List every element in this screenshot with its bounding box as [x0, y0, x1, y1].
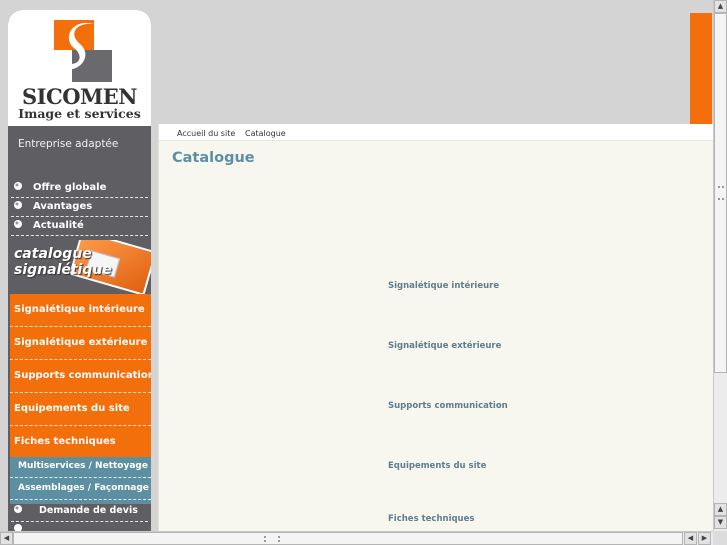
nav-label: Multiservices / Nettoyage: [18, 461, 148, 471]
breadcrumb-catalogue-link[interactable]: Catalogue: [245, 129, 286, 138]
bullet-icon: [14, 201, 22, 209]
orange-decor-tab: [690, 13, 712, 125]
breadcrumb: Accueil du site Catalogue: [159, 124, 714, 141]
scroll-left-icon[interactable]: ◀: [684, 532, 697, 545]
nav-label: Equipements du site: [14, 403, 130, 414]
entreprise-adaptee: Entreprise adaptée: [18, 138, 119, 150]
nav-demande-de-devis[interactable]: Demande de devis: [11, 500, 148, 522]
main-content: Accueil du site Catalogue Catalogue Sign…: [158, 124, 714, 531]
category-link-equipements-du-site[interactable]: Equipements du site: [388, 461, 486, 471]
page-title: Catalogue: [172, 150, 255, 166]
bullet-icon: [14, 505, 22, 513]
nav-label: Demande de devis: [39, 505, 138, 516]
logo-s-mark-icon: [54, 20, 112, 82]
nav-label: Supports communication: [14, 370, 151, 381]
bullet-icon: [14, 182, 22, 190]
brand-tagline: Image et services: [18, 106, 141, 121]
bullet-icon: [14, 220, 22, 228]
scrollbar-corner: [713, 531, 727, 545]
services-menu: Multiservices / Nettoyage Assemblages / …: [10, 457, 151, 504]
nav-label: Signalétique extérieure: [14, 337, 148, 348]
catalogue-menu: Signalétique intérieure Signalétique ext…: [10, 294, 151, 460]
category-link-fiches-techniques[interactable]: Fiches techniques: [388, 514, 474, 524]
nav-signaletique-interieure[interactable]: Signalétique intérieure: [10, 294, 151, 327]
bullet-icon: [14, 524, 22, 531]
scroll-up-icon[interactable]: ▲: [714, 0, 727, 13]
scroll-left-icon[interactable]: ◀: [0, 532, 13, 545]
nav-supports-communication[interactable]: Supports communication: [10, 360, 151, 393]
scroll-down-icon[interactable]: ▼: [714, 516, 727, 529]
grip-icon: [264, 536, 280, 542]
category-link-signaletique-exterieure[interactable]: Signalétique extérieure: [388, 341, 501, 351]
horizontal-scrollbar[interactable]: ◀ ◀ ▶: [0, 531, 713, 545]
sidebar: SICOMEN Image et services Entreprise ada…: [8, 10, 151, 531]
catalogue-banner[interactable]: catalogue signalétique: [8, 240, 151, 294]
grip-icon: [718, 186, 724, 200]
nav-multiservices[interactable]: Multiservices / Nettoyage: [10, 457, 151, 478]
nav-fiches-techniques[interactable]: Fiches techniques: [10, 426, 151, 459]
nav-assemblages[interactable]: Assemblages / Façonnage /: [10, 479, 151, 500]
nav-label: Avantages: [33, 201, 93, 212]
nav-avantages[interactable]: Avantages: [11, 198, 148, 217]
category-link-signaletique-interieure[interactable]: Signalétique intérieure: [388, 281, 499, 291]
nav-next-item-partial: [11, 523, 148, 531]
nav-actualite[interactable]: Actualité: [11, 217, 148, 236]
scroll-right-icon[interactable]: ▶: [698, 532, 711, 545]
nav-equipements-du-site[interactable]: Equipements du site: [10, 393, 151, 426]
vertical-scroll-thumb[interactable]: [714, 13, 727, 373]
nav-label: Assemblages / Façonnage /: [18, 483, 151, 493]
nav-label: Offre globale: [33, 182, 107, 193]
category-link-supports-communication[interactable]: Supports communication: [388, 401, 508, 411]
vertical-scrollbar[interactable]: ▲ ▲ ▼: [713, 0, 727, 531]
horizontal-scroll-thumb[interactable]: [13, 532, 683, 545]
nav-offre-globale[interactable]: Offre globale: [11, 179, 148, 198]
nav-label: Fiches techniques: [14, 436, 116, 447]
logo[interactable]: SICOMEN Image et services: [8, 10, 151, 126]
nav-signaletique-exterieure[interactable]: Signalétique extérieure: [10, 327, 151, 360]
scroll-up-icon[interactable]: ▲: [714, 503, 727, 516]
breadcrumb-home-link[interactable]: Accueil du site: [177, 129, 235, 138]
catalogue-banner-line2: signalétique: [14, 262, 112, 278]
nav-label: Signalétique intérieure: [14, 304, 145, 315]
catalogue-banner-line1: catalogue: [14, 246, 92, 262]
nav-label: Actualité: [33, 220, 84, 231]
